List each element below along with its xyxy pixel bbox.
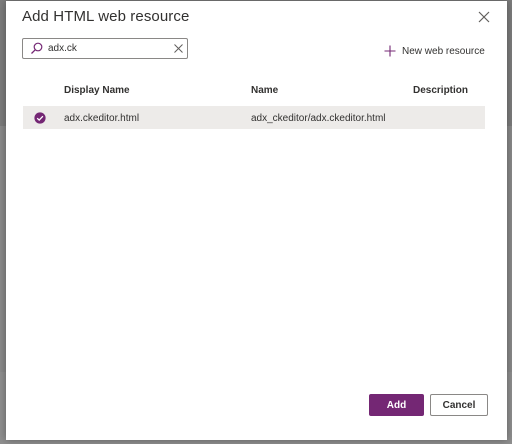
search-icon [31,42,43,54]
new-web-resource-button[interactable]: New web resource [384,44,485,58]
add-web-resource-dialog: Add HTML web resource New web resource D… [6,1,507,440]
column-header-description[interactable]: Description [413,85,468,96]
search-box [22,38,188,59]
cell-name: adx_ckeditor/adx.ckeditor.html [251,113,386,124]
plus-icon [384,45,396,57]
column-header-display-name[interactable]: Display Name [64,85,130,96]
column-header-name[interactable]: Name [251,85,278,96]
new-web-resource-label: New web resource [402,45,485,57]
close-icon[interactable] [476,9,492,25]
dialog-title: Add HTML web resource [22,8,190,25]
search-input[interactable] [48,40,166,57]
clear-icon[interactable] [173,43,184,54]
cancel-button[interactable]: Cancel [430,394,488,416]
selected-check-icon[interactable] [34,112,46,124]
table-row[interactable]: adx.ckeditor.html adx_ckeditor/adx.ckedi… [23,106,485,129]
cell-display-name: adx.ckeditor.html [64,113,140,124]
add-button[interactable]: Add [369,394,424,416]
